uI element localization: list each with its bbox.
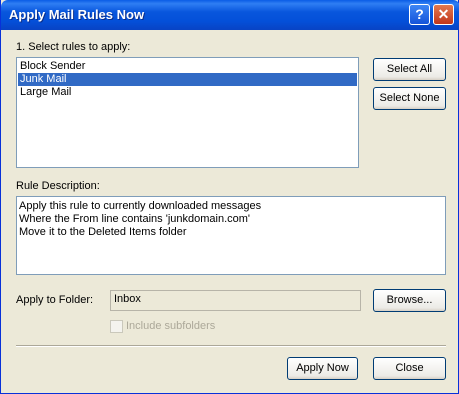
description-line: Where the From line contains 'junkdomain… — [19, 213, 251, 225]
include-subfolders-checkbox[interactable] — [110, 320, 123, 333]
window-title: Apply Mail Rules Now — [9, 7, 145, 22]
rule-description-label: Rule Description: — [16, 180, 100, 192]
divider — [16, 345, 446, 347]
include-subfolders-label: Include subfolders — [126, 320, 216, 332]
rule-item-junk-mail[interactable]: Junk Mail — [18, 73, 357, 86]
close-icon: ✕ — [437, 6, 450, 22]
description-line: Apply this rule to currently downloaded … — [19, 200, 262, 212]
title-bar[interactable]: Apply Mail Rules Now ? ✕ — [1, 0, 459, 30]
description-line: Move it to the Deleted Items folder — [19, 226, 187, 238]
browse-button[interactable]: Browse... — [373, 289, 446, 312]
close-window-button[interactable]: ✕ — [433, 4, 454, 25]
rule-item-block-sender[interactable]: Block Sender — [18, 60, 357, 73]
help-button[interactable]: ? — [409, 4, 430, 25]
apply-to-folder-label: Apply to Folder: — [16, 294, 94, 306]
apply-mail-rules-dialog: Apply Mail Rules Now ? ✕ 1. Select rules… — [0, 0, 459, 394]
close-button[interactable]: Close — [373, 357, 446, 380]
select-none-button[interactable]: Select None — [373, 87, 446, 110]
rule-description-box[interactable]: Apply this rule to currently downloaded … — [16, 196, 446, 275]
rule-item-label: Junk Mail — [20, 73, 67, 85]
rule-item-label: Large Mail — [20, 86, 72, 98]
help-icon: ? — [415, 6, 424, 22]
rules-listbox[interactable]: Block Sender Junk Mail Large Mail — [16, 57, 359, 168]
select-all-button[interactable]: Select All — [373, 58, 446, 81]
rule-item-label: Block Sender — [20, 60, 86, 72]
rules-label: 1. Select rules to apply: — [16, 41, 131, 53]
rule-item-large-mail[interactable]: Large Mail — [18, 86, 357, 99]
folder-field: Inbox — [110, 290, 361, 311]
apply-now-button[interactable]: Apply Now — [287, 357, 358, 380]
